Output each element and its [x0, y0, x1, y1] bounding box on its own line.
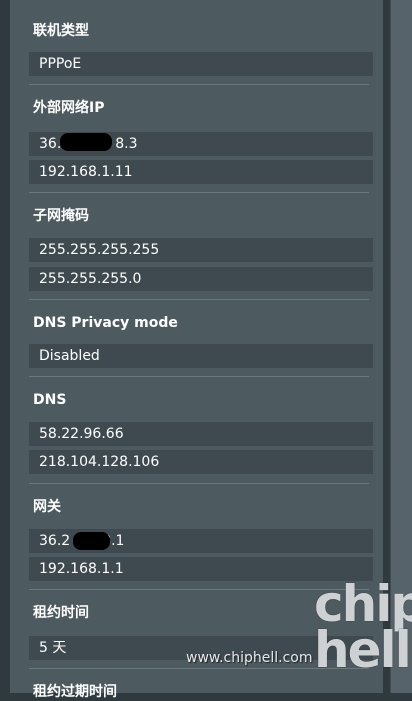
- lease-label: 租约时间: [33, 605, 89, 621]
- subnet-value-1: 255.255.255.255: [29, 238, 373, 262]
- lease-expire-label: 租约过期时间: [33, 684, 117, 700]
- gateway-label: 网关: [33, 499, 61, 515]
- dns-label: DNS: [33, 392, 67, 408]
- gateway-prefix: 36.2: [39, 533, 71, 549]
- chiphell-logo: chip hell: [314, 575, 412, 679]
- divider: [29, 299, 369, 300]
- redaction-mark: [73, 532, 110, 550]
- wan-ip-value-2: 192.168.1.11: [29, 160, 373, 184]
- divider: [29, 376, 369, 377]
- divider: [29, 483, 369, 484]
- subnet-label: 子网掩码: [33, 208, 89, 224]
- dns-privacy-label: DNS Privacy mode: [33, 315, 178, 331]
- watermark-url: www.chiphell.com: [186, 650, 313, 666]
- dns-value-2: 218.104.128.106: [29, 450, 373, 474]
- conn-type-value: PPPoE: [29, 52, 373, 76]
- dns-privacy-value: Disabled: [29, 344, 373, 368]
- wan-ip-suffix: 8.3: [115, 136, 138, 152]
- wan-ip-label: 外部网络IP: [33, 100, 105, 116]
- divider: [29, 84, 369, 85]
- subnet-value-2: 255.255.255.0: [29, 267, 373, 291]
- divider: [29, 192, 369, 193]
- conn-type-label: 联机类型: [33, 23, 89, 39]
- wan-ip-prefix: 36.: [39, 136, 62, 152]
- dns-value-1: 58.22.96.66: [29, 422, 373, 446]
- redaction-mark: [60, 133, 112, 151]
